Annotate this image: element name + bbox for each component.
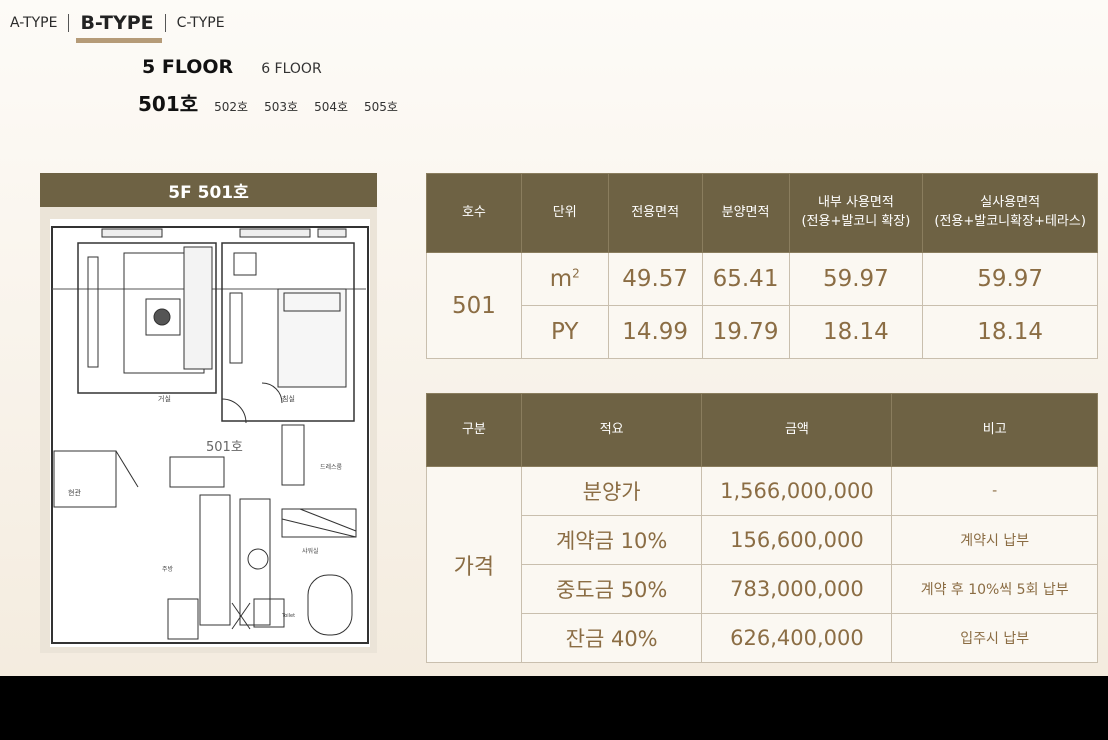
item-cell: 중도금 50% <box>520 564 703 614</box>
tab-unit-502[interactable]: 502호 <box>214 98 248 115</box>
price-table: 구분 적요 금액 비고 가격 분양가 1,566,000,000 - 계약금 1… <box>426 393 1098 663</box>
amount-cell: 626,400,000 <box>701 613 893 663</box>
amount-cell: 783,000,000 <box>701 564 893 614</box>
item-cell: 잔금 40% <box>520 613 703 663</box>
table-row: 501 m2 49.57 65.41 59.97 59.97 <box>426 252 1098 359</box>
tab-unit-504[interactable]: 504호 <box>314 98 348 115</box>
room-label-dress: 드레스룸 <box>320 463 343 471</box>
value-cell: 19.79 <box>701 305 790 359</box>
room-label-bedroom: 침실 <box>282 394 295 403</box>
room-label-entrance: 현관 <box>68 488 81 497</box>
category-cell: 가격 <box>426 466 522 663</box>
value-cell: 65.41 <box>701 252 790 306</box>
unit-tabs: 501호 502호 503호 504호 505호 <box>138 88 398 117</box>
header-item: 적요 <box>520 393 703 467</box>
table-row: 계약금 10% 156,600,000 계약시 납부 <box>427 515 1098 565</box>
tab-unit-501[interactable]: 501호 <box>138 88 198 117</box>
floorplan-panel: 5F 501호 거실 침실 501호 드레스룸 현관 주방 샤워실 Toilet <box>40 173 377 653</box>
tab-c-type[interactable]: C-TYPE <box>175 15 227 31</box>
unit-number-cell: 501 <box>426 252 522 359</box>
header-unit-no: 호수 <box>426 173 522 253</box>
tab-separator <box>68 14 70 32</box>
note-cell: 계약 후 10%씩 5회 납부 <box>891 564 1098 614</box>
measure-cell: PY <box>520 305 609 359</box>
floor-tabs: 5 FLOOR 6 FLOOR <box>142 56 322 78</box>
value-cell: 49.57 <box>607 252 703 306</box>
area-table-header-row: 호수 단위 전용면적 분양면적 내부 사용면적 (전용+발코니 확장) 실사용면적… <box>426 173 1098 253</box>
measure-cell: m2 <box>520 252 609 306</box>
room-label-toilet: Toilet <box>281 613 295 619</box>
header-measure: 단위 <box>520 173 609 253</box>
room-label-living: 거실 <box>158 394 171 403</box>
tab-unit-505[interactable]: 505호 <box>364 98 398 115</box>
type-tabs: A-TYPE B-TYPE C-TYPE <box>8 6 227 43</box>
tab-a-type[interactable]: A-TYPE <box>8 15 59 31</box>
value-cell: 59.97 <box>788 252 924 306</box>
header-note: 비고 <box>891 393 1098 467</box>
tab-5-floor[interactable]: 5 FLOOR <box>142 56 233 78</box>
table-row: PY 14.99 19.79 18.14 18.14 <box>427 305 1098 359</box>
floorplan-drawing: 거실 침실 501호 드레스룸 현관 주방 샤워실 Toilet <box>50 219 370 647</box>
value-cell: 59.97 <box>922 252 1098 306</box>
area-table: 호수 단위 전용면적 분양면적 내부 사용면적 (전용+발코니 확장) 실사용면적… <box>426 173 1098 359</box>
item-cell: 계약금 10% <box>520 515 703 565</box>
floorplan-title: 5F 501호 <box>40 173 377 207</box>
page: A-TYPE B-TYPE C-TYPE 5 FLOOR 6 FLOOR 501… <box>0 0 1108 676</box>
note-cell: 입주시 납부 <box>891 613 1098 663</box>
tab-separator <box>164 14 166 32</box>
header-exclusive-area: 전용면적 <box>607 173 703 253</box>
tab-b-type[interactable]: B-TYPE <box>76 12 162 43</box>
header-category: 구분 <box>426 393 522 467</box>
value-cell: 14.99 <box>607 305 703 359</box>
price-table-header-row: 구분 적요 금액 비고 <box>426 393 1098 467</box>
note-cell: 계약시 납부 <box>891 515 1098 565</box>
item-cell: 분양가 <box>520 466 703 516</box>
tab-6-floor[interactable]: 6 FLOOR <box>261 61 321 77</box>
amount-cell: 1,566,000,000 <box>701 466 893 516</box>
room-label-kitchen: 주방 <box>162 565 174 573</box>
value-cell: 18.14 <box>922 305 1098 359</box>
header-internal-area: 내부 사용면적 (전용+발코니 확장) <box>788 173 924 253</box>
table-row: 잔금 40% 626,400,000 입주시 납부 <box>427 613 1098 663</box>
header-actual-area: 실사용면적 (전용+발코니확장+테라스) <box>922 173 1098 253</box>
tab-unit-503[interactable]: 503호 <box>264 98 298 115</box>
value-cell: 18.14 <box>788 305 924 359</box>
amount-cell: 156,600,000 <box>701 515 893 565</box>
room-label-shower: 샤워실 <box>302 547 319 555</box>
table-row: 가격 분양가 1,566,000,000 - <box>426 466 1098 663</box>
table-row: 중도금 50% 783,000,000 계약 후 10%씩 5회 납부 <box>427 564 1098 614</box>
header-sale-area: 분양면적 <box>701 173 790 253</box>
note-cell: - <box>891 466 1098 516</box>
room-label-unit: 501호 <box>206 440 243 455</box>
header-amount: 금액 <box>701 393 893 467</box>
